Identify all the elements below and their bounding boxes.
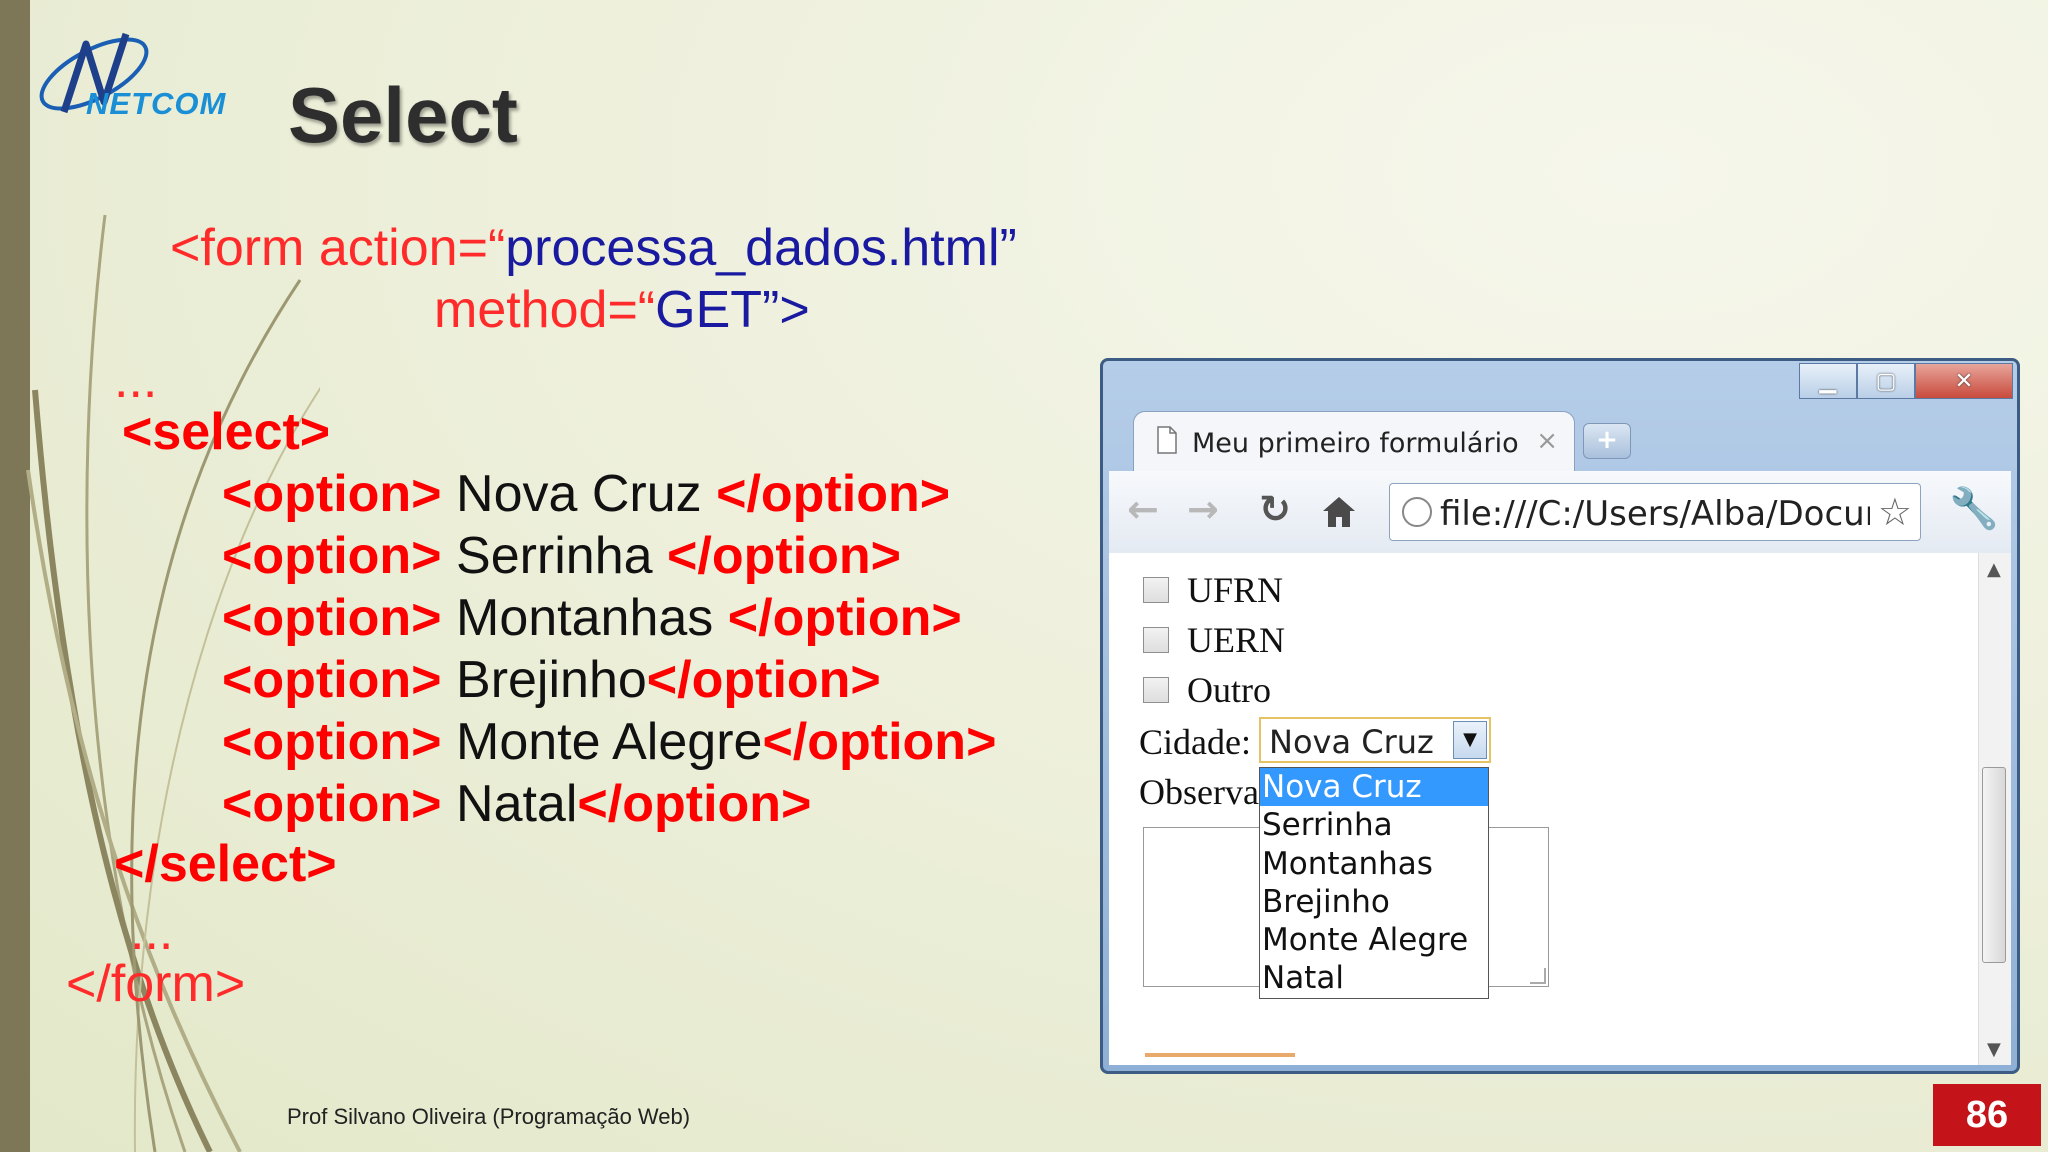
home-icon[interactable] <box>1319 493 1359 529</box>
star-icon[interactable]: ☆ <box>1878 490 1912 534</box>
resize-grip-icon[interactable] <box>1530 968 1546 984</box>
cidade-label: Cidade: <box>1139 722 1251 762</box>
dropdown-option[interactable]: Natal <box>1260 959 1488 997</box>
code-form-open-line1: <form action=“processa_dados.html” <box>170 219 1017 277</box>
code-option-line: <option> Brejinho</option> <box>222 651 881 709</box>
checkbox-label: UERN <box>1187 620 1285 660</box>
checkbox-row: Outro <box>1143 669 1271 711</box>
dropdown-option[interactable]: Montanhas <box>1260 845 1488 883</box>
code-option-line: <option> Serrinha </option> <box>222 527 902 585</box>
minimize-button[interactable]: ▁ <box>1799 363 1857 399</box>
reload-icon[interactable]: ↻ <box>1259 487 1291 531</box>
select-value: Nova Cruz <box>1269 723 1434 761</box>
code-ellipsis-bottom: ... <box>130 903 174 961</box>
tab-close-icon[interactable]: × <box>1536 426 1558 456</box>
checkbox[interactable] <box>1143 677 1169 703</box>
slide-title: Select <box>288 71 518 159</box>
vertical-scrollbar[interactable]: ▲ ▼ <box>1978 553 2011 1065</box>
window-controls: ▁ ▢ ✕ <box>1799 363 2013 399</box>
dropdown-arrow-icon[interactable]: ▼ <box>1453 721 1487 759</box>
browser-tab[interactable]: Meu primeiro formulário × <box>1133 411 1575 472</box>
checkbox-row: UFRN <box>1143 569 1283 611</box>
wrench-icon[interactable]: 🔧 <box>1949 485 1999 532</box>
observacoes-label: Observa <box>1139 772 1259 812</box>
checkbox[interactable] <box>1143 577 1169 603</box>
page-content: UFRN UERN Outro Cidade: Nova Cruz ▼ Obse… <box>1109 553 2011 1065</box>
code-ellipsis-top: ... <box>114 351 158 409</box>
code-form-close: </form> <box>66 955 246 1013</box>
code-option-line: <option> Montanhas </option> <box>222 589 962 647</box>
dropdown-option[interactable]: Brejinho <box>1260 883 1488 921</box>
browser-toolbar: ← → ↻ file:///C:/Users/Alba/Docum ☆ 🔧 <box>1109 471 2011 553</box>
dropdown-option[interactable]: Serrinha <box>1260 806 1488 844</box>
code-option-line: <option> Nova Cruz </option> <box>222 465 951 523</box>
page-number: 86 <box>1933 1084 2041 1146</box>
forward-arrow-icon[interactable]: → <box>1187 487 1219 531</box>
page-icon <box>1157 426 1177 454</box>
dropdown-option[interactable]: Monte Alegre <box>1260 921 1488 959</box>
scroll-down-icon[interactable]: ▼ <box>1987 1039 2001 1060</box>
back-arrow-icon[interactable]: ← <box>1127 487 1159 531</box>
partial-element <box>1145 1053 1295 1057</box>
checkbox[interactable] <box>1143 627 1169 653</box>
select-dropdown-list: Nova Cruz Serrinha Montanhas Brejinho Mo… <box>1259 767 1489 999</box>
cidade-select[interactable]: Nova Cruz ▼ <box>1259 717 1491 763</box>
url-text: file:///C:/Users/Alba/Docum <box>1440 494 1870 534</box>
code-select-close: </select> <box>114 835 337 893</box>
slide-footer: Prof Silvano Oliveira (Programação Web) <box>287 1104 691 1129</box>
new-tab-button[interactable]: + <box>1583 423 1631 459</box>
checkbox-label: UFRN <box>1187 570 1284 610</box>
browser-window: ▁ ▢ ✕ Meu primeiro formulário × + ← → ↻ … <box>1100 358 2020 1074</box>
checkbox-row: UERN <box>1143 619 1285 661</box>
scroll-up-icon[interactable]: ▲ <box>1987 559 2001 580</box>
close-button[interactable]: ✕ <box>1915 363 2013 399</box>
globe-icon <box>1402 497 1432 527</box>
code-select-open: <select> <box>122 403 331 461</box>
scrollbar-thumb[interactable] <box>1982 767 2006 963</box>
code-form-open-line2: method=“GET”> <box>434 281 810 339</box>
maximize-button[interactable]: ▢ <box>1857 363 1915 399</box>
logo-wordmark: NETCOM <box>86 86 227 121</box>
address-bar[interactable]: file:///C:/Users/Alba/Docum ☆ <box>1389 483 1921 541</box>
code-option-line: <option> Natal</option> <box>222 775 812 833</box>
tab-title: Meu primeiro formulário <box>1192 428 1519 459</box>
dropdown-option-selected[interactable]: Nova Cruz <box>1260 768 1488 807</box>
code-option-line: <option> Monte Alegre</option> <box>222 713 997 771</box>
checkbox-label: Outro <box>1187 670 1271 710</box>
